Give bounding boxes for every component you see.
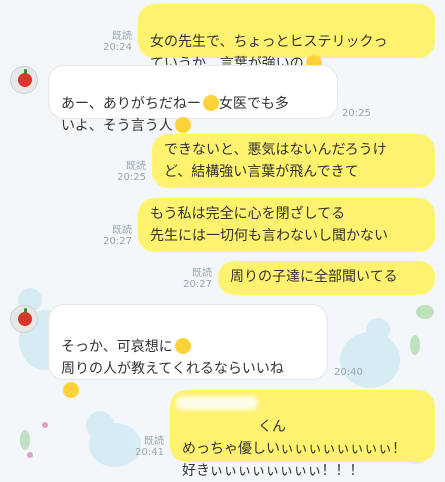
pleading-face-icon [174,338,191,354]
smiling-face-icon [63,382,79,398]
redacted-name [176,396,258,410]
message-bubble-sent[interactable]: 周りの子達に全部聞いてる [218,261,435,295]
message-bubble-received[interactable]: そっか、可哀想に 周りの人が教えてくれるならいいね [48,304,328,398]
read-receipt: 既読 20:24 [103,31,132,53]
message-bubble-sent[interactable]: もう私は完全に心を閉ざしてる 先生には一切何も言わないし聞かない [138,198,435,252]
message-bubble-sent[interactable]: 女の先生で、ちょっとヒステリックっ ていうか、言葉が強いの [138,4,435,72]
timestamp: 20:25 [342,108,371,119]
flushed-face-icon [174,117,191,133]
message-bubble-received[interactable]: あー、ありがちだねー 女医でも多 いよ、そう言う人 [48,65,338,134]
read-receipt: 既読 20:27 [103,225,132,247]
read-receipt: 既読 20:41 [135,436,164,458]
grinning-sweat-icon [202,95,219,111]
read-receipt: 既読 20:25 [117,161,146,183]
apple-icon [18,69,32,87]
avatar[interactable] [10,305,38,333]
message-bubble-sent[interactable]: できないと、悪気はないんだろうけ ど、結構強い言葉が飛んできて [152,134,435,188]
avatar[interactable] [10,66,38,94]
read-receipt: 既読 20:27 [183,268,212,290]
apple-icon [18,308,32,326]
timestamp: 20:40 [334,367,363,378]
